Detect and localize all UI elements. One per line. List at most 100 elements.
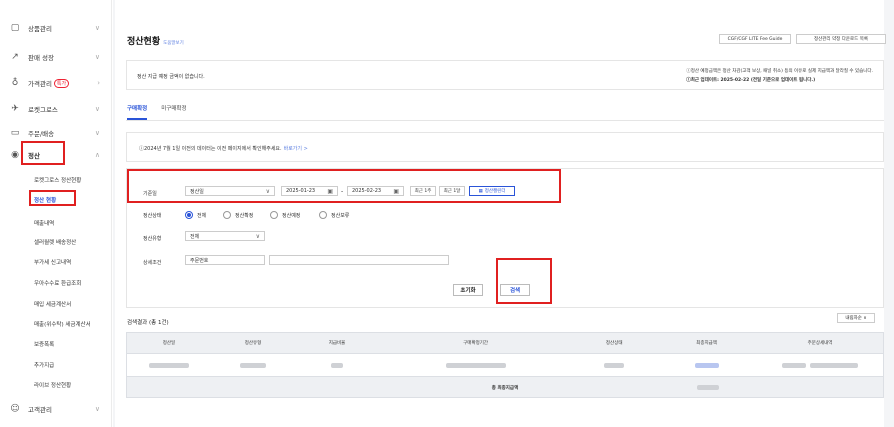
chevron-up-icon: ∧ [94,151,100,159]
sidebar-item-label: 주문/배송 [28,130,55,138]
sidebar-item-label: 판매 성장 [28,54,54,62]
tab-not-confirmed[interactable]: 미구매확정 [161,104,186,120]
badge: 특가 [53,78,70,88]
table-cell [295,354,379,376]
highlight-settlement [21,141,65,165]
radio-label: 정산확정 [235,212,254,219]
help-link[interactable]: 도움말보기 [163,41,184,46]
coin-icon: ◉ [11,150,19,160]
table-total-row: 총 최종지급액 [126,376,884,398]
radio-label: 정산예정 [282,212,301,219]
redacted-value [782,362,806,368]
fee-guide-button[interactable]: CGF/CGF LITE Fee Guide [719,34,791,44]
sidebar-subitem[interactable]: 매출내역 [34,219,54,227]
radio-label: 정산보류 [331,212,350,219]
type-label: 정산유형 [143,236,162,242]
page-title-text: 정산현황 [127,37,161,47]
trend-up-icon: ↗ [11,52,19,62]
chevron-down-icon: ∨ [94,105,100,113]
sidebar-subitem[interactable]: 매입 세금계산서 [34,300,71,308]
detail-label: 상세조건 [143,260,162,266]
chevron-down-icon: ∨ [94,405,100,413]
status-label: 정산상태 [143,213,162,219]
table-header: 정산일 정산유형 지급비율 구매확정기간 정산상태 최종지급액 주문상세내역 [126,332,884,354]
detail-input[interactable] [269,255,449,265]
radio-dot [270,211,278,219]
sidebar-item-label: 로켓그로스 [28,106,58,114]
notice-text: 정산 지급 예정 금액이 없습니다. [137,74,205,80]
notice-line: ⓘ최근 업데이트: 2025-02-22 (전일 기준으로 업데이트 됩니다.) [686,78,816,83]
table-cell [757,354,883,376]
column-header: 최종지급액 [696,341,717,346]
column-header: 구매확정기간 [463,341,489,346]
column-header: 정산일 [162,341,176,346]
reset-button[interactable]: 초기화 [453,284,483,296]
main-content: 정산현황 도움말보기 CGF/CGF LITE Fee Guide 정산관리 약정… [113,0,894,427]
sidebar-item-customers[interactable]: ☺ 고객관리 ∨ [10,402,102,416]
shopping-bag-icon: ▢ [10,23,20,33]
redacted-value [331,362,343,368]
sidebar-item-rocket-growth[interactable]: ✈ 로켓그로스 ∨ [10,102,102,116]
radio-dot [223,211,231,219]
truck-icon: ▭ [10,128,20,138]
sidebar-subitem[interactable]: 추가지급 [34,361,54,369]
chevron-down-icon: ∨ [255,232,260,240]
redacted-value[interactable] [810,362,858,368]
radio-label: 전체 [197,212,207,219]
chevron-down-icon: ∨ [94,53,100,61]
result-count: 검색결과 (총 1건) [127,320,169,326]
sidebar-subitem[interactable]: 매출(위수탁) 세금계산서 [34,320,91,328]
tab-divider [126,120,884,121]
sidebar-item-pricing[interactable]: ♁ 가격관리 특가 › [10,76,102,90]
table-cell [656,354,757,376]
highlight-search-button [496,258,552,304]
redacted-value[interactable] [694,362,719,368]
status-radio-hold[interactable]: 정산보류 [319,211,349,219]
sidebar-subitem[interactable]: 보증폭록 [34,340,54,348]
status-radio-confirmed[interactable]: 정산확정 [223,211,253,219]
notice-box: 정산 지급 예정 금액이 없습니다. ⓘ정산 예정금액은 정산 차감(고객 보상… [126,60,884,90]
sidebar-subitem[interactable]: 부가세 신고내역 [34,258,71,266]
type-select[interactable]: 전체 ∨ [185,231,265,241]
shortcut-link[interactable]: 바로가기 > [284,146,308,152]
result-table: 정산일 정산유형 지급비율 구매확정기간 정산상태 최종지급액 주문상세내역 총… [126,332,884,398]
sidebar: ▢ 상품관리 ∨ ↗ 판매 성장 ∨ ♁ 가격관리 특가 › ✈ 로켓그로스 ∨… [0,0,112,427]
notice-right: ⓘ정산 예정금액은 정산 차감(고객 보상, 패널 취소) 등의 이유로 실제 … [686,67,873,85]
chevron-down-icon: ∨ [94,24,100,32]
redacted-value [240,362,266,368]
column-header: 지급비율 [328,341,346,346]
detail-select[interactable]: 주문번호 [185,255,265,265]
table-cell [127,354,211,376]
type-select-value: 전체 [190,233,200,240]
sidebar-item-label: 상품관리 [28,25,52,33]
highlight-date-filter [127,169,561,203]
notice-line: ⓘ정산 예정금액은 정산 차감(고객 보상, 패널 취소) 등의 이유로 실제 … [686,69,873,74]
sidebar-item-label: 가격관리 [28,80,52,88]
sidebar-item-growth[interactable]: ↗ 판매 성장 ∨ [10,50,102,64]
radio-dot [185,211,193,219]
chevron-right-icon: › [97,79,100,87]
redacted-value [697,385,719,390]
award-icon: ♁ [11,78,19,88]
sidebar-subitem[interactable]: 라이브 정산현황 [34,381,71,389]
sort-dropdown[interactable]: 내림차순 ∨ [837,313,875,323]
status-radio-expected[interactable]: 정산예정 [270,211,300,219]
column-header: 정산상태 [605,341,623,346]
radio-dot [319,211,327,219]
sidebar-subitem[interactable]: 셀러월렛 배송정산 [34,238,76,246]
total-label: 총 최종지급액 [491,386,519,391]
info-box: ⓘ2024년 7월 1일 이전의 데이터는 이전 페이지에서 확인해주세요. 바로… [126,132,884,162]
table-row[interactable] [126,354,884,376]
download-list-button[interactable]: 정산관리 약정 다운로드 목록 [796,34,886,44]
tab-purchase-confirmed[interactable]: 구매확정 [127,104,148,120]
sidebar-item-products[interactable]: ▢ 상품관리 ∨ [10,21,102,35]
redacted-value [604,362,625,368]
sidebar-subitem[interactable]: 로켓그로스 정산현황 [34,176,81,184]
tab-bar: 구매확정 미구매확정 [127,104,187,120]
sidebar-item-orders[interactable]: ▭ 주문/배송 ∨ [10,126,102,140]
redacted-value [149,362,189,368]
rocket-icon: ✈ [11,104,19,114]
table-cell [572,354,656,376]
sidebar-subitem[interactable]: 우아수수료 환급조회 [34,279,81,287]
status-radio-all[interactable]: 전체 [185,211,206,219]
